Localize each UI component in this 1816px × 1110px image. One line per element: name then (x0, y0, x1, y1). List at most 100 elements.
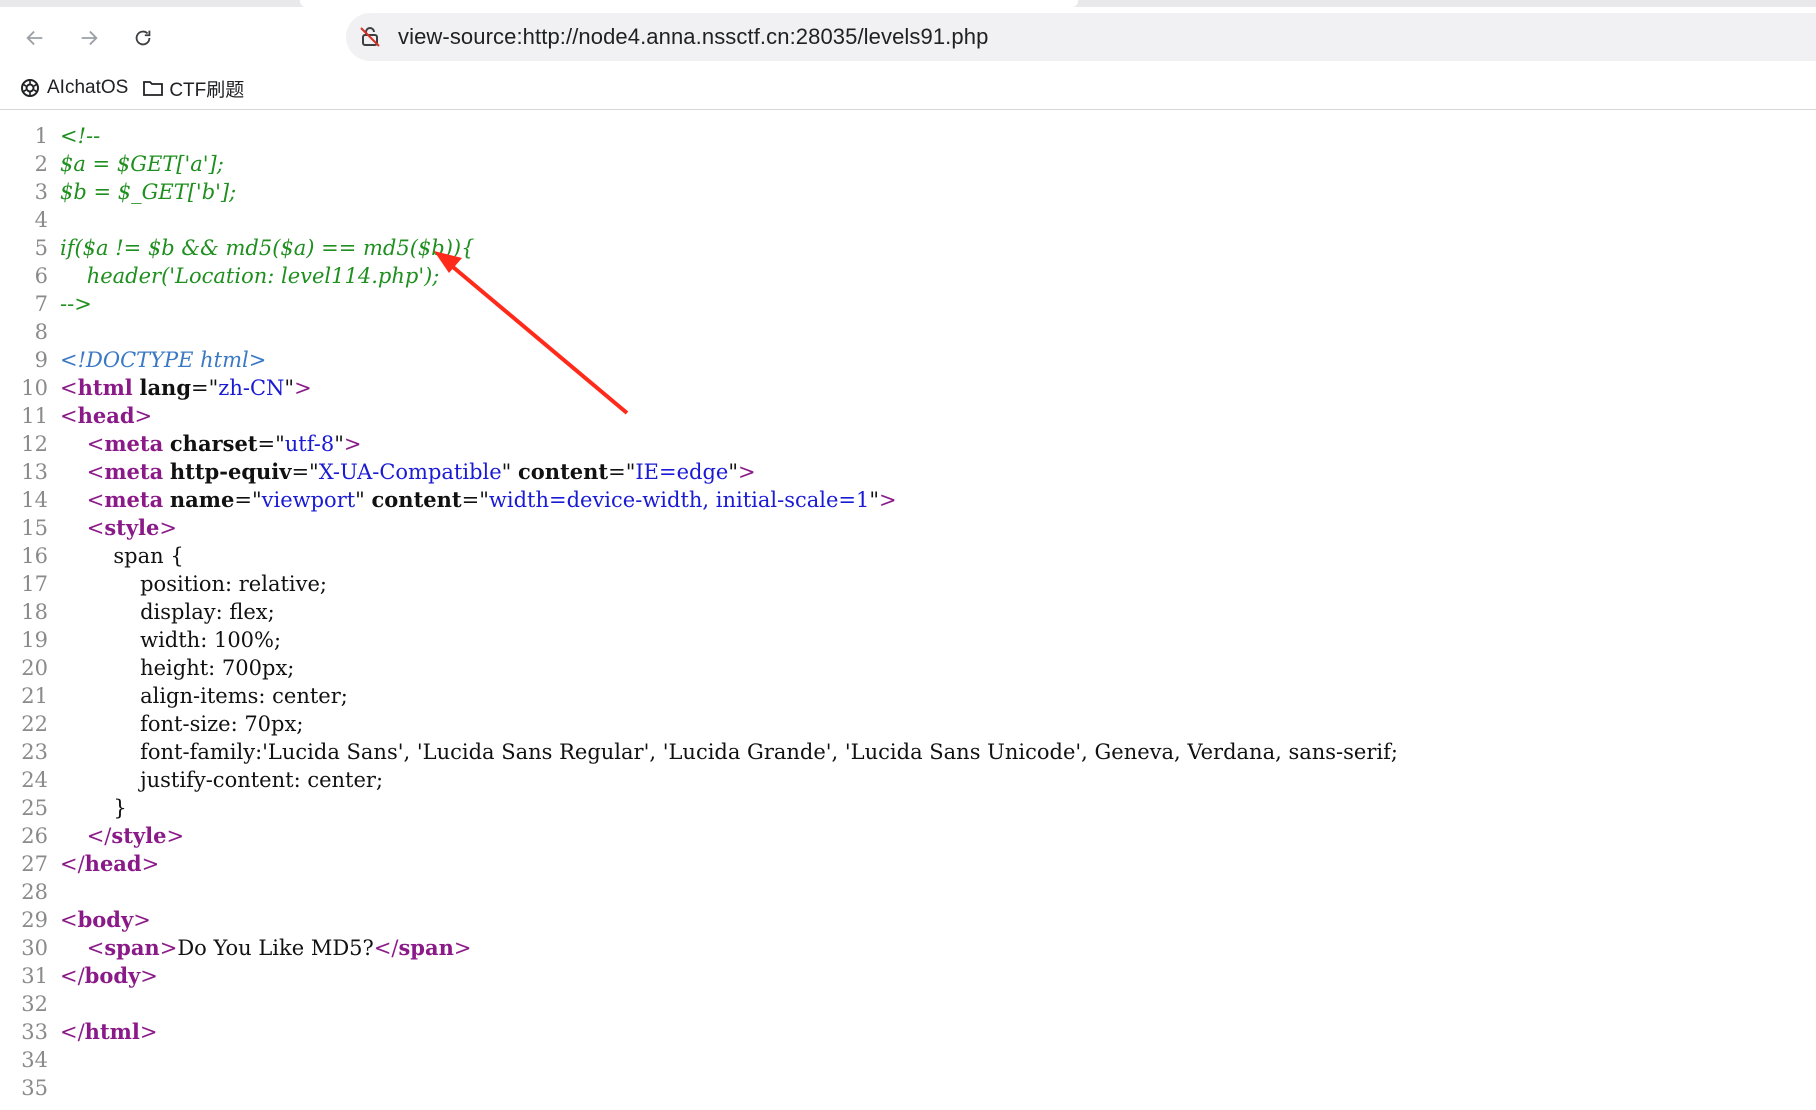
source-line: 11 <head> (0, 402, 1816, 430)
source-line: 5 if($a != $b && md5($a) == md5($b)){ (0, 234, 1816, 262)
line-number: 7 (34, 292, 48, 316)
source-line: 35 (0, 1074, 1816, 1102)
line-number: 3 (34, 180, 48, 204)
line-number: 24 (21, 768, 48, 792)
attr-value: IE=edge (635, 460, 729, 484)
source-line: 26 </style> (0, 822, 1816, 850)
address-bar[interactable]: view-source:http://node4.anna.nssctf.cn:… (346, 13, 1816, 61)
doctype-text: <!DOCTYPE html> (60, 348, 267, 372)
line-number: 15 (21, 516, 48, 540)
line-number: 16 (21, 544, 48, 568)
source-line: 22 font-size: 70px; (0, 710, 1816, 738)
line-number: 12 (21, 432, 48, 456)
openai-icon (21, 79, 39, 97)
line-number: 19 (21, 628, 48, 652)
line-number: 14 (21, 488, 48, 512)
source-line: 13 <meta http-equiv="X-UA-Compatible" co… (0, 458, 1816, 486)
line-number: 5 (34, 236, 48, 260)
source-line: 8 (0, 318, 1816, 346)
comment-text: <!-- (60, 124, 101, 148)
bookmark-label: AIchatOS (47, 77, 129, 98)
line-number: 26 (21, 824, 48, 848)
source-line: 28 (0, 878, 1816, 906)
line-number: 34 (21, 1048, 48, 1072)
line-number: 9 (34, 348, 48, 372)
comment-text: header('Location: level114.php'); (60, 264, 440, 288)
forward-button[interactable] (72, 21, 106, 55)
css-text: } (113, 796, 127, 820)
source-line: 23 font-family:'Lucida Sans', 'Lucida Sa… (0, 738, 1816, 766)
source-line: 15 <style> (0, 514, 1816, 542)
line-number: 27 (21, 852, 48, 876)
source-line: 19 width: 100%; (0, 626, 1816, 654)
css-text: height: 700px; (140, 656, 295, 680)
reload-icon (135, 30, 151, 46)
source-line: 20 height: 700px; (0, 654, 1816, 682)
back-button[interactable] (18, 21, 52, 55)
comment-text: --> (60, 292, 92, 316)
line-number: 21 (21, 684, 48, 708)
attr-value: utf-8 (284, 432, 335, 456)
forward-arrow-icon (81, 30, 98, 46)
bookmark-ctf-folder[interactable]: CTF刷题 (142, 75, 244, 102)
line-number: 22 (21, 712, 48, 736)
css-text: position: relative; (140, 572, 327, 596)
line-number: 35 (21, 1076, 48, 1100)
source-line: 7 --> (0, 290, 1816, 318)
line-number: 23 (21, 740, 48, 764)
line-number: 28 (21, 880, 48, 904)
css-text: span { (113, 544, 184, 568)
source-line: 1 <!-- (0, 122, 1816, 150)
source-line: 27 </head> (0, 850, 1816, 878)
source-line: 32 (0, 990, 1816, 1018)
line-number: 25 (21, 796, 48, 820)
attr-value: width=device-width, initial-scale=1 (488, 488, 870, 512)
line-number: 11 (21, 404, 48, 428)
active-tab-edge (300, 0, 1078, 7)
browser-toolbar: view-source:http://node4.anna.nssctf.cn:… (0, 7, 1816, 67)
url-text[interactable]: view-source:http://node4.anna.nssctf.cn:… (398, 24, 988, 50)
line-number: 8 (34, 320, 48, 344)
css-text: display: flex; (140, 600, 275, 624)
source-line: 9 <!DOCTYPE html> (0, 346, 1816, 374)
css-text: width: 100%; (140, 628, 282, 652)
source-line: 21 align-items: center; (0, 682, 1816, 710)
source-line: 24 justify-content: center; (0, 766, 1816, 794)
reload-button[interactable] (126, 21, 160, 55)
tab-strip (0, 0, 1816, 7)
source-line: 29 <body> (0, 906, 1816, 934)
source-line: 31 </body> (0, 962, 1816, 990)
source-line: 6 header('Location: level114.php'); (0, 262, 1816, 290)
source-line: 17 position: relative; (0, 570, 1816, 598)
css-text: font-family:'Lucida Sans', 'Lucida Sans … (140, 740, 1398, 764)
source-line: 14 <meta name="viewport" content="width=… (0, 486, 1816, 514)
not-secure-icon[interactable] (358, 25, 382, 49)
source-line: 25 } (0, 794, 1816, 822)
folder-icon (143, 81, 164, 96)
line-number: 29 (21, 908, 48, 932)
line-number: 20 (21, 656, 48, 680)
bookmark-label: CTF刷题 (169, 79, 245, 101)
line-number: 31 (21, 964, 48, 988)
source-line: 12 <meta charset="utf-8"> (0, 430, 1816, 458)
source-line: 30 <span>Do You Like MD5?</span> (0, 934, 1816, 962)
line-number: 18 (21, 600, 48, 624)
comment-text: $b = $_GET['b']; (60, 180, 237, 204)
line-number: 1 (34, 124, 48, 148)
line-number: 17 (21, 572, 48, 596)
span-text: Do You Like MD5? (177, 936, 374, 960)
comment-text: if($a != $b && md5($a) == md5($b)){ (60, 236, 475, 260)
source-line: 3 $b = $_GET['b']; (0, 178, 1816, 206)
css-text: justify-content: center; (140, 768, 384, 792)
line-number: 30 (21, 936, 48, 960)
source-line: 16 span { (0, 542, 1816, 570)
bookmark-aichatos[interactable]: AIchatOS (18, 76, 128, 100)
css-text: font-size: 70px; (140, 712, 304, 736)
line-number: 4 (34, 208, 48, 232)
source-line: 4 (0, 206, 1816, 234)
css-text: align-items: center; (140, 684, 348, 708)
source-line: 18 display: flex; (0, 598, 1816, 626)
source-view: 1 <!-- 2 $a = $GET['a']; 3 $b = $_GET['b'];… (0, 122, 1816, 1102)
attr-value: zh-CN (218, 376, 285, 400)
line-number: 13 (21, 460, 48, 484)
